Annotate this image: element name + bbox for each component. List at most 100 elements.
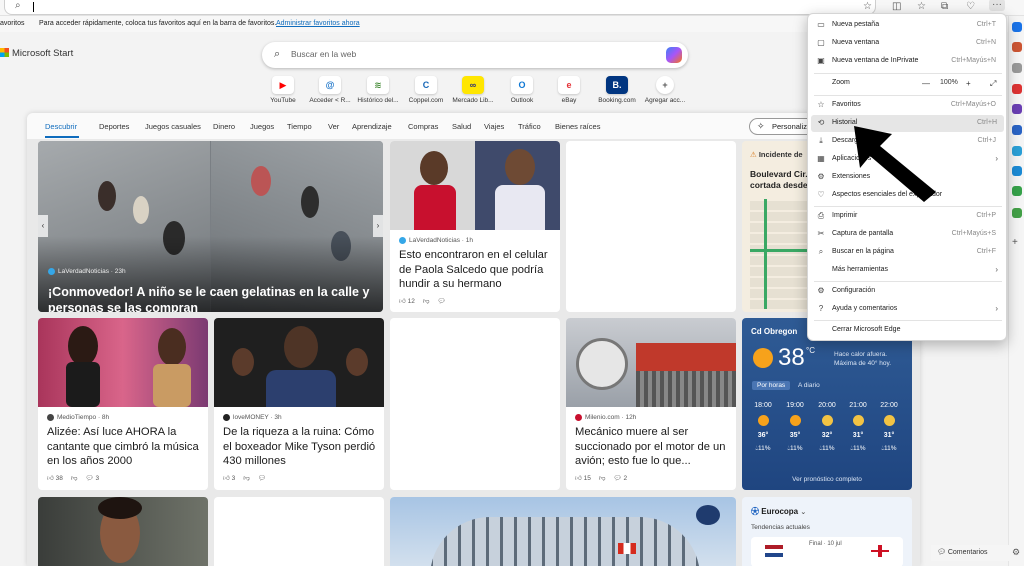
like-button[interactable]: 👍︎ 15 [575,474,591,482]
fullscreen-icon[interactable]: ⤢ [990,79,996,89]
news-card[interactable]: loveMONEY · 3h De la riqueza a la ruina:… [214,318,384,490]
dislike-button[interactable]: 👎︎ [599,474,606,482]
address-bar[interactable]: ⌕ [4,0,876,15]
tab-hourly[interactable]: Por horas [752,381,791,390]
news-card[interactable]: Milenio.com · 12h Mecánico muere al ser … [566,318,736,490]
app-icon-1[interactable] [1012,84,1022,94]
quick-link-outlook[interactable]: O Outlook [500,76,544,104]
menu-settings[interactable]: ⚙ Configuración [808,283,1006,300]
card-title[interactable]: De la riqueza a la ruina: Cómo el boxead… [223,425,381,469]
news-card[interactable] [390,497,736,566]
traffic-map[interactable] [750,199,810,309]
browser-essentials-icon[interactable]: ♡ [966,1,975,13]
tab-ver[interactable]: Ver [328,122,339,131]
tab-dinero[interactable]: Dinero [213,122,235,131]
quick-link-booking[interactable]: B. Booking.com [595,76,639,104]
menu-new-inprivate[interactable]: ▣ Nueva ventana de InPrivate Ctrl+Mayús+N [808,53,1006,70]
dislike-button[interactable]: 👎︎ [243,474,250,482]
hero-next-button[interactable]: › [373,215,383,237]
collections-icon[interactable]: ⧉ [941,1,948,13]
weather-card[interactable]: Cd Obregon 38 °C Hace calor afuera. Máxi… [742,318,912,490]
tab-salud[interactable]: Salud [452,122,471,131]
zoom-out-button[interactable]: — [922,79,930,88]
card-title[interactable]: Esto encontraron en el celular de Paola … [399,248,557,292]
news-card[interactable]: MedioTiempo · 8h Alizée: Así luce AHORA … [38,318,208,490]
card-title[interactable]: Alizée: Así luce AHORA la cantante que c… [47,425,205,469]
app-icon-6[interactable] [1012,208,1022,218]
tools-icon[interactable] [1012,63,1022,73]
hangar-wall [636,371,736,407]
dislike-button[interactable]: 👎︎ [423,297,430,305]
settings-gear-icon[interactable]: ⚙ [1012,547,1020,558]
like-button[interactable]: 👍︎ 12 [399,297,415,305]
favorites-icon[interactable]: ☆ [917,1,926,13]
dislike-button[interactable]: 👎︎ [71,474,78,482]
split-screen-icon[interactable]: ◫ [892,1,901,13]
tab-viajes[interactable]: Viajes [484,122,504,131]
match-row[interactable]: Final · 10 jul [751,537,903,566]
menu-screenshot[interactable]: ✂ Captura de pantalla Ctrl+Mayús+S [808,226,1006,243]
more-menu-icon[interactable]: ··· [989,0,1005,11]
news-card[interactable]: LaVerdadNoticias · 1h Esto encontraron e… [390,141,560,312]
app-icon-2[interactable] [1012,104,1022,114]
copilot-icon[interactable] [1012,22,1022,32]
app-icon-3[interactable] [1012,125,1022,135]
chevron-down-icon[interactable]: ⌄ [800,509,806,516]
menu-help-feedback[interactable]: ? Ayuda y comentarios › [808,301,1006,318]
comment-button[interactable]: 💬︎ 2 [613,474,627,482]
full-forecast-link[interactable]: Ver pronóstico completo [742,476,912,483]
tab-deportes[interactable]: Deportes [99,122,129,131]
zoom-in-button[interactable]: + [966,79,971,88]
feedback-button[interactable]: 💬︎ Comentarios [931,545,1009,561]
tab-daily[interactable]: A diario [798,382,820,389]
comment-button[interactable]: 💬︎ [258,474,266,482]
tab-aprendizaje[interactable]: Aprendizaje [352,122,392,131]
manage-favorites-link[interactable]: Administrar favoritos ahora [276,16,360,32]
hero-story[interactable]: ‹ › LaVerdadNoticias · 23h ¡Conmovedor! … [38,141,383,312]
tab-juegos-casuales[interactable]: Juegos casuales [145,122,201,131]
menu-print[interactable]: ⎙ Imprimir Ctrl+P [808,208,1006,225]
menu-find-on-page[interactable]: ⌕ Buscar en la página Ctrl+F [808,244,1006,261]
menu-new-window[interactable]: ▢ Nueva ventana Ctrl+N [808,35,1006,52]
favorite-star-icon[interactable]: ☆ [863,1,872,13]
menu-label: Captura de pantalla [832,230,894,237]
like-button[interactable]: 👍︎ 38 [47,474,63,482]
quick-link-ebay[interactable]: e eBay [547,76,591,104]
copilot-icon[interactable] [666,47,682,63]
shopping-icon[interactable] [1012,42,1022,52]
outlook-icon[interactable] [1012,146,1022,156]
tab-compras[interactable]: Compras [408,122,438,131]
history-icon: ⟲ [817,118,825,127]
menu-close-edge[interactable]: Cerrar Microsoft Edge [808,322,1006,339]
comment-button[interactable]: 💬︎ [437,297,445,305]
news-card[interactable] [38,497,208,566]
hand-shape [346,348,368,376]
quick-link-mercado-libre[interactable]: ∞ Mercado Lib... [451,76,495,104]
eurocopa-card[interactable]: ⚽︎ Eurocopa ⌄ Tendencias actuales Final … [742,497,912,566]
brand[interactable]: Microsoft Start [0,48,73,59]
person-figure [68,326,98,366]
tab-descubrir[interactable]: Descubrir [45,122,77,131]
quick-link-acceder[interactable]: @ Acceder < R... [308,76,352,104]
app-icon-4[interactable] [1012,166,1022,176]
menu-favorites[interactable]: ☆ Favoritos Ctrl+Mayús+O [808,97,1006,114]
card-title[interactable]: Mecánico muere al ser succionado por el … [575,425,733,469]
hero-title[interactable]: ¡Conmovedor! A niño se le caen gelatinas… [48,284,378,312]
add-app-icon[interactable]: + [1012,238,1022,248]
tab-trafico[interactable]: Tráfico [518,122,541,131]
menu-new-tab[interactable]: ▭ Nueva pestaña Ctrl+T [808,17,1006,34]
quick-link-historico[interactable]: ≋ Histórico del... [356,76,400,104]
web-search-box[interactable]: ⌕ Buscar en la web [262,42,688,68]
tab-tiempo[interactable]: Tiempo [287,122,312,131]
app-icon-5[interactable] [1012,186,1022,196]
menu-more-tools[interactable]: Más herramientas › [808,262,1006,279]
tab-juegos[interactable]: Juegos [250,122,274,131]
comment-button[interactable]: 💬︎ 3 [85,474,99,482]
like-button[interactable]: 👍︎ 3 [223,474,235,482]
quick-link-coppel[interactable]: C Coppel.com [404,76,448,104]
quick-link-add[interactable]: + Agregar acc... [643,76,687,104]
hero-prev-button[interactable]: ‹ [38,215,48,237]
tab-bienes-raices[interactable]: Bienes raíces [555,122,600,131]
quick-link-youtube[interactable]: ▶ YouTube [261,76,305,104]
person-figure [420,151,448,185]
